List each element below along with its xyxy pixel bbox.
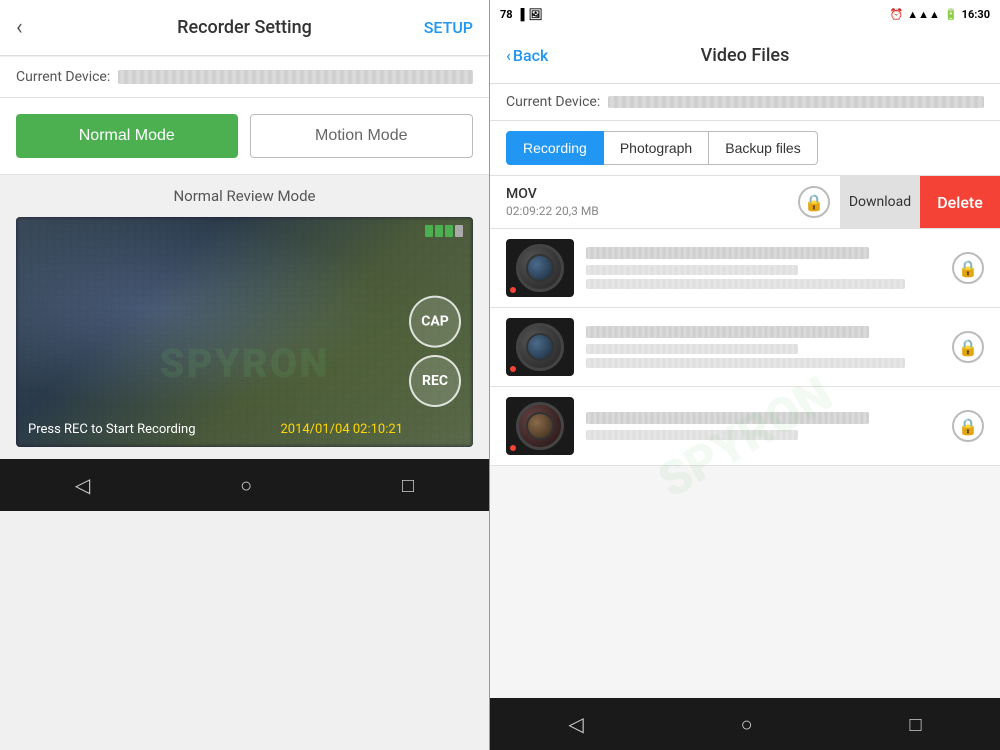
file-info-4 bbox=[586, 412, 940, 440]
left-back-button[interactable]: ‹ bbox=[16, 15, 23, 40]
motion-mode-button[interactable]: Motion Mode bbox=[250, 114, 474, 158]
file-item-3: 🔒 bbox=[490, 308, 1000, 387]
right-back-button[interactable]: ‹ Back bbox=[506, 46, 548, 65]
red-dot-4 bbox=[510, 445, 516, 451]
left-device-label: Current Device: bbox=[16, 69, 110, 85]
right-phone: 78 ▐ 🖼 ⏰ ▲▲▲ 🔋 16:30 ‹ Back Video Files … bbox=[490, 0, 1000, 750]
lens-outer-2 bbox=[516, 244, 564, 292]
tab-photograph[interactable]: Photograph bbox=[604, 131, 709, 165]
battery-bar-1 bbox=[425, 225, 433, 237]
file-first-lock-icon[interactable]: 🔒 bbox=[798, 186, 830, 218]
file-sub-4 bbox=[586, 430, 798, 440]
file-title-3 bbox=[586, 326, 869, 338]
file-lock-3[interactable]: 🔒 bbox=[952, 331, 984, 363]
file-first-info: MOV 02:09:22 20,3 MB bbox=[506, 186, 599, 218]
right-device-row: Current Device: bbox=[490, 84, 1000, 121]
back-chevron-icon: ‹ bbox=[506, 46, 511, 65]
status-sim-icon: ▐ bbox=[517, 8, 525, 21]
file-title-4 bbox=[586, 412, 869, 424]
red-dot-2 bbox=[510, 287, 516, 293]
tab-row: Recording Photograph Backup files bbox=[490, 121, 1000, 176]
battery-bar-3 bbox=[445, 225, 453, 237]
file-title-2 bbox=[586, 247, 869, 259]
status-bar: 78 ▐ 🖼 ⏰ ▲▲▲ 🔋 16:30 bbox=[490, 0, 1000, 28]
right-device-label: Current Device: bbox=[506, 94, 600, 110]
right-nav-recent[interactable]: □ bbox=[889, 704, 941, 745]
right-device-name bbox=[608, 96, 984, 108]
red-dot-3 bbox=[510, 366, 516, 372]
left-device-row: Current Device: bbox=[0, 57, 489, 98]
file-thumb-3 bbox=[506, 318, 574, 376]
battery-indicator bbox=[425, 225, 463, 237]
video-timestamp: 2014/01/04 02:10:21 bbox=[280, 422, 403, 437]
review-mode-label: Normal Review Mode bbox=[0, 175, 489, 217]
clock-icon: ⏰ bbox=[890, 8, 904, 21]
left-phone: ‹ Recorder Setting SETUP Current Device:… bbox=[0, 0, 490, 750]
lens-3 bbox=[506, 318, 574, 376]
lens-2 bbox=[506, 239, 574, 297]
lens-inner-2 bbox=[526, 254, 554, 282]
file-item-4: 🔒 bbox=[490, 387, 1000, 466]
file-item-first: MOV 02:09:22 20,3 MB 🔒 Download Delete bbox=[490, 176, 1000, 229]
video-pixelated-overlay bbox=[16, 217, 473, 447]
normal-mode-button[interactable]: Normal Mode bbox=[16, 114, 238, 158]
left-setup-button[interactable]: SETUP bbox=[424, 18, 473, 37]
status-number: 78 bbox=[500, 8, 513, 21]
lens-inner-3 bbox=[526, 333, 554, 361]
tab-backup-files[interactable]: Backup files bbox=[709, 131, 817, 165]
left-nav-home[interactable]: ○ bbox=[220, 465, 272, 506]
left-header-title: Recorder Setting bbox=[177, 17, 312, 38]
file-info-3 bbox=[586, 326, 940, 368]
file-thumb-4 bbox=[506, 397, 574, 455]
right-nav-home[interactable]: ○ bbox=[721, 704, 773, 745]
left-nav-back[interactable]: ◁ bbox=[55, 465, 110, 505]
battery-icon: 🔋 bbox=[944, 8, 958, 21]
video-preview: CAP REC Press REC to Start Recording 201… bbox=[16, 217, 473, 447]
right-nav-back[interactable]: ◁ bbox=[548, 704, 603, 744]
status-right-icons: ⏰ ▲▲▲ 🔋 16:30 bbox=[890, 8, 990, 21]
right-bottom-nav: ◁ ○ □ bbox=[490, 698, 1000, 750]
file-sub-3 bbox=[586, 344, 798, 354]
lens-inner-4 bbox=[526, 412, 554, 440]
download-button[interactable]: Download bbox=[840, 176, 920, 228]
left-nav-recent[interactable]: □ bbox=[382, 465, 434, 506]
lens-outer-3 bbox=[516, 323, 564, 371]
file-first-name: MOV bbox=[506, 186, 599, 202]
file-lock-2[interactable]: 🔒 bbox=[952, 252, 984, 284]
mode-buttons-container: Normal Mode Motion Mode bbox=[0, 98, 489, 175]
signal-icon: ▲▲▲ bbox=[907, 8, 940, 21]
file-lock-4[interactable]: 🔒 bbox=[952, 410, 984, 442]
lens-outer-4 bbox=[516, 402, 564, 450]
delete-button[interactable]: Delete bbox=[920, 176, 1000, 228]
file-item-2: 🔒 bbox=[490, 229, 1000, 308]
right-header: ‹ Back Video Files bbox=[490, 28, 1000, 84]
file-sub2-3 bbox=[586, 358, 905, 368]
lens-4 bbox=[506, 397, 574, 455]
rec-button[interactable]: REC bbox=[409, 355, 461, 407]
file-thumb-2 bbox=[506, 239, 574, 297]
cap-button[interactable]: CAP bbox=[409, 296, 461, 348]
right-header-title: Video Files bbox=[701, 45, 790, 66]
file-sub-2 bbox=[586, 265, 798, 275]
left-header: ‹ Recorder Setting SETUP bbox=[0, 0, 489, 56]
status-time: 16:30 bbox=[962, 8, 990, 21]
file-first-meta: 02:09:22 20,3 MB bbox=[506, 204, 599, 218]
left-device-name bbox=[118, 70, 473, 84]
file-info-2 bbox=[586, 247, 940, 289]
tab-recording[interactable]: Recording bbox=[506, 131, 604, 165]
file-sub2-2 bbox=[586, 279, 905, 289]
swipe-actions: Download Delete bbox=[840, 176, 1000, 228]
status-photo-icon: 🖼 bbox=[528, 8, 542, 21]
battery-bar-4 bbox=[455, 225, 463, 237]
status-left-icons: 78 ▐ 🖼 bbox=[500, 8, 542, 21]
left-bottom-nav: ◁ ○ □ bbox=[0, 459, 489, 511]
video-press-text: Press REC to Start Recording bbox=[28, 422, 196, 437]
battery-bar-2 bbox=[435, 225, 443, 237]
back-label[interactable]: Back bbox=[513, 46, 548, 65]
file-list: SPYRON MOV 02:09:22 20,3 MB 🔒 Download D… bbox=[490, 176, 1000, 698]
